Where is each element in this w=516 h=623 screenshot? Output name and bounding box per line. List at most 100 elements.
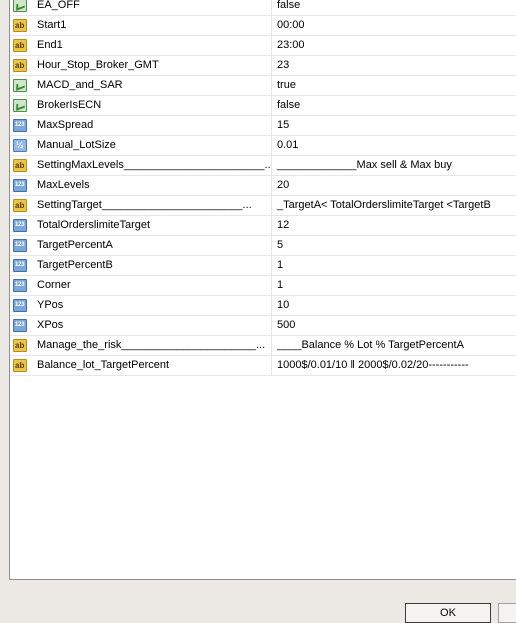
param-row[interactable]: EA_OFF false — [10, 0, 516, 16]
param-name-cell: TargetPercentA — [10, 236, 272, 255]
param-row[interactable]: BrokerIsECN false — [10, 96, 516, 116]
param-value-cell[interactable]: 1 — [272, 256, 516, 275]
param-value[interactable]: 23:00 — [277, 39, 305, 51]
parameters-table: EA_OFFfalseStart100:00End123:00Hour_Stop… — [9, 0, 516, 580]
string-icon — [13, 339, 27, 352]
param-name-cell: MaxSpread — [10, 116, 272, 135]
param-value[interactable]: 0.01 — [277, 139, 298, 151]
param-name: Balance_lot_TargetPercent — [37, 359, 170, 371]
param-value[interactable]: 500 — [277, 319, 295, 331]
param-name-cell: Manage_the_risk______________________... — [10, 336, 272, 355]
param-name: TargetPercentB — [37, 259, 113, 271]
param-value[interactable]: 00:00 — [277, 19, 305, 31]
param-row[interactable]: SettingMaxLevels_______________________.… — [10, 156, 516, 176]
param-row[interactable]: Manage_the_risk______________________...… — [10, 336, 516, 356]
param-row[interactable]: SettingTarget_______________________... _… — [10, 196, 516, 216]
param-row[interactable]: Start1 00:00 — [10, 16, 516, 36]
integer-icon — [13, 179, 27, 192]
param-value-cell[interactable]: _TargetA< TotalOrderslimiteTarget <Targe… — [272, 196, 516, 215]
param-value[interactable]: 5 — [277, 239, 283, 251]
param-value-cell[interactable]: 23 — [272, 56, 516, 75]
param-value[interactable]: _____________Max sell & Max buy — [277, 159, 452, 171]
param-value-cell[interactable]: 15 — [272, 116, 516, 135]
param-name: Manage_the_risk______________________... — [37, 339, 266, 351]
param-name: Corner — [37, 279, 71, 291]
param-value-cell[interactable]: 500 — [272, 316, 516, 335]
param-value-cell[interactable]: 20 — [272, 176, 516, 195]
param-name: BrokerIsECN — [37, 99, 102, 111]
param-name-cell: XPos — [10, 316, 272, 335]
param-name-cell: EA_OFF — [10, 0, 272, 15]
param-name-cell: BrokerIsECN — [10, 96, 272, 115]
param-value[interactable]: _TargetA< TotalOrderslimiteTarget <Targe… — [277, 199, 491, 211]
param-row[interactable]: MaxSpread 15 — [10, 116, 516, 136]
integer-icon — [13, 259, 27, 272]
param-value[interactable]: 1000$/0.01/10 ‖ 2000$/0.02/20----------- — [277, 359, 469, 371]
param-value-cell[interactable]: 5 — [272, 236, 516, 255]
string-icon — [13, 19, 27, 32]
param-name-cell: SettingTarget_______________________... — [10, 196, 272, 215]
param-row[interactable]: End1 23:00 — [10, 36, 516, 56]
integer-icon — [13, 319, 27, 332]
string-icon — [13, 59, 27, 72]
param-name-cell: Corner — [10, 276, 272, 295]
param-value[interactable]: true — [277, 79, 296, 91]
string-icon — [13, 39, 27, 52]
param-value-cell[interactable]: ____Balance % Lot % TargetPercentA — [272, 336, 516, 355]
cancel-button-partial[interactable] — [498, 603, 516, 623]
param-name: MaxLevels — [37, 179, 90, 191]
ok-button[interactable]: OK — [405, 603, 491, 623]
param-name-cell: Hour_Stop_Broker_GMT — [10, 56, 272, 75]
param-value-cell[interactable]: _____________Max sell & Max buy — [272, 156, 516, 175]
param-row[interactable]: Manual_LotSize 0.01 — [10, 136, 516, 156]
param-row[interactable]: TargetPercentA 5 — [10, 236, 516, 256]
param-name: MACD_and_SAR — [37, 79, 123, 91]
param-name-cell: MACD_and_SAR — [10, 76, 272, 95]
param-name: Manual_LotSize — [37, 139, 116, 151]
param-row[interactable]: TargetPercentB 1 — [10, 256, 516, 276]
param-value[interactable]: 1 — [277, 279, 283, 291]
param-name: End1 — [37, 39, 63, 51]
param-row[interactable]: Corner 1 — [10, 276, 516, 296]
param-row[interactable]: Hour_Stop_Broker_GMT 23 — [10, 56, 516, 76]
param-value-cell[interactable]: 12 — [272, 216, 516, 235]
param-row[interactable]: YPos 10 — [10, 296, 516, 316]
param-value[interactable]: 15 — [277, 119, 289, 131]
param-name: SettingMaxLevels_______________________.… — [37, 159, 272, 171]
param-name: Start1 — [37, 19, 67, 31]
param-value-cell[interactable]: 10 — [272, 296, 516, 315]
param-row[interactable]: TotalOrderslimiteTarget 12 — [10, 216, 516, 236]
param-value[interactable]: false — [277, 99, 300, 111]
param-row[interactable]: MaxLevels 20 — [10, 176, 516, 196]
param-value-cell[interactable]: 0.01 — [272, 136, 516, 155]
param-name-cell: YPos — [10, 296, 272, 315]
param-value-cell[interactable]: false — [272, 0, 516, 15]
param-name: TotalOrderslimiteTarget — [37, 219, 151, 231]
param-value[interactable]: 20 — [277, 179, 289, 191]
param-value[interactable]: ____Balance % Lot % TargetPercentA — [277, 339, 464, 351]
param-value[interactable]: false — [277, 0, 300, 11]
param-name-cell: Start1 — [10, 16, 272, 35]
param-value-cell[interactable]: 23:00 — [272, 36, 516, 55]
param-name: Hour_Stop_Broker_GMT — [37, 59, 159, 71]
param-name: EA_OFF — [37, 0, 80, 11]
integer-icon — [13, 219, 27, 232]
param-value-cell[interactable]: true — [272, 76, 516, 95]
param-name-cell: End1 — [10, 36, 272, 55]
integer-icon — [13, 239, 27, 252]
bool-icon — [13, 0, 27, 12]
param-value-cell[interactable]: 00:00 — [272, 16, 516, 35]
param-value[interactable]: 23 — [277, 59, 289, 71]
param-name: XPos — [37, 319, 64, 331]
param-value[interactable]: 1 — [277, 259, 283, 271]
param-row[interactable]: XPos 500 — [10, 316, 516, 336]
param-row[interactable]: MACD_and_SAR true — [10, 76, 516, 96]
param-value-cell[interactable]: 1 — [272, 276, 516, 295]
param-value[interactable]: 12 — [277, 219, 289, 231]
param-value-cell[interactable]: false — [272, 96, 516, 115]
integer-icon — [13, 119, 27, 132]
param-value[interactable]: 10 — [277, 299, 289, 311]
param-row[interactable]: Balance_lot_TargetPercent 1000$/0.01/10 ‖… — [10, 356, 516, 376]
param-name: TargetPercentA — [37, 239, 113, 251]
param-value-cell[interactable]: 1000$/0.01/10 ‖ 2000$/0.02/20----------- — [272, 356, 516, 375]
